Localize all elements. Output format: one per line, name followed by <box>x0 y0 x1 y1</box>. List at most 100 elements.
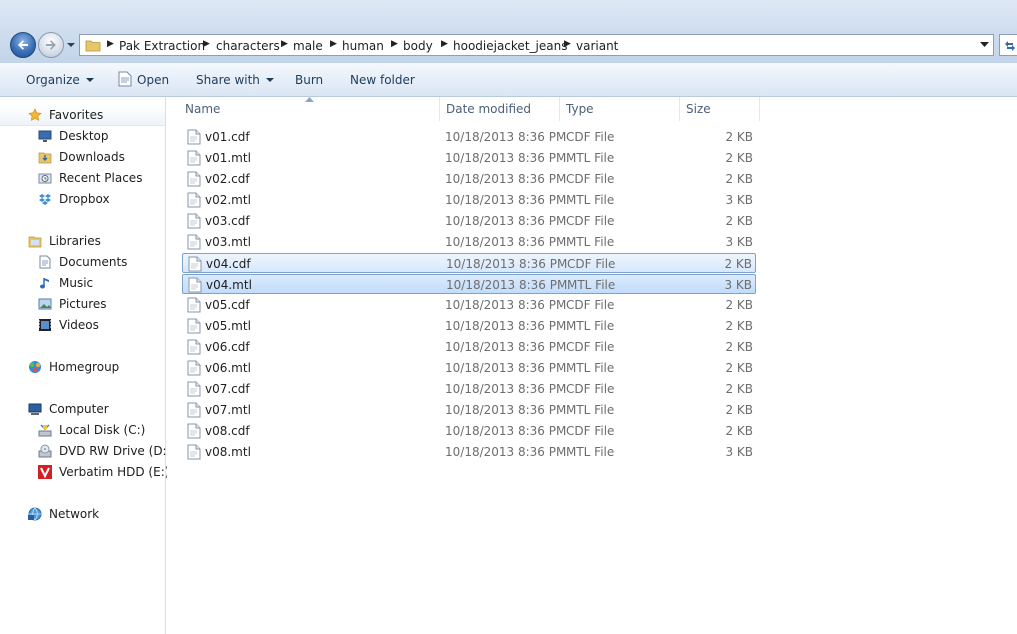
file-row[interactable]: v01.mtl 10/18/2013 8:36 PM MTL File 2 KB <box>182 148 756 168</box>
file-size: 3 KB <box>725 235 753 249</box>
breadcrumb-separator[interactable]: ▶ <box>330 39 337 49</box>
file-row[interactable]: v05.cdf 10/18/2013 8:36 PM CDF File 2 KB <box>182 295 756 315</box>
recent-pages-chevron-icon[interactable] <box>66 41 76 49</box>
column-name-label: Name <box>185 102 221 116</box>
new-folder-button[interactable]: New folder <box>350 73 415 87</box>
breadcrumb-separator[interactable]: ▶ <box>391 39 398 49</box>
breadcrumb-variant[interactable]: variant <box>576 39 618 53</box>
nav-verbatim-hdd[interactable]: Verbatim HDD (E:) <box>0 462 169 482</box>
breadcrumb-male[interactable]: male <box>293 39 323 53</box>
document-file-icon <box>187 402 201 421</box>
file-type: CDF File <box>566 340 615 354</box>
file-size: 2 KB <box>725 172 753 186</box>
nav-homegroup-label: Homegroup <box>49 360 120 374</box>
file-row[interactable]: v03.mtl 10/18/2013 8:36 PM MTL File 3 KB <box>182 232 756 252</box>
file-row[interactable]: v01.cdf 10/18/2013 8:36 PM CDF File 2 KB <box>182 127 756 147</box>
file-row[interactable]: v06.mtl 10/18/2013 8:36 PM MTL File 2 KB <box>182 358 756 378</box>
file-row[interactable]: v04.cdf 10/18/2013 8:36 PM CDF File 2 KB <box>182 253 756 273</box>
refresh-button[interactable] <box>999 34 1017 56</box>
homegroup-icon <box>29 361 41 373</box>
nav-pictures[interactable]: Pictures <box>0 294 165 314</box>
breadcrumb-pak-extraction[interactable]: Pak Extraction <box>119 39 205 53</box>
nav-pictures-label: Pictures <box>59 297 107 311</box>
file-row[interactable]: v06.cdf 10/18/2013 8:36 PM CDF File 2 KB <box>182 337 756 357</box>
nav-local-disk[interactable]: Local Disk (C:) <box>0 420 165 440</box>
column-header-type[interactable]: Type <box>560 97 680 121</box>
address-history-dropdown-icon[interactable] <box>980 42 989 48</box>
navigation-pane: Favorites Desktop Downloads Recent Place… <box>0 97 183 634</box>
share-with-label: Share with <box>196 73 260 87</box>
document-file-icon <box>187 297 201 316</box>
nav-network[interactable]: Network <box>0 504 165 524</box>
file-name: v01.cdf <box>205 130 250 144</box>
file-type: MTL File <box>566 445 615 459</box>
file-type: MTL File <box>566 151 615 165</box>
file-type: MTL File <box>566 361 615 375</box>
file-row[interactable]: v07.cdf 10/18/2013 8:36 PM CDF File 2 KB <box>182 379 756 399</box>
burn-button[interactable]: Burn <box>295 73 323 87</box>
nav-videos[interactable]: Videos <box>0 315 165 335</box>
address-bar[interactable]: ▶ Pak Extraction ▶ characters ▶ male ▶ h… <box>79 34 994 56</box>
document-file-icon <box>188 277 202 296</box>
nav-desktop-label: Desktop <box>59 129 109 143</box>
nav-music[interactable]: Music <box>0 273 165 293</box>
nav-dropbox[interactable]: Dropbox <box>0 189 165 209</box>
nav-desktop[interactable]: Desktop <box>0 126 165 146</box>
file-row[interactable]: v08.cdf 10/18/2013 8:36 PM CDF File 2 KB <box>182 421 756 441</box>
organize-menu[interactable]: Organize <box>26 73 94 87</box>
nav-documents[interactable]: Documents <box>0 252 165 272</box>
forward-button[interactable] <box>38 32 64 58</box>
breadcrumb-separator[interactable]: ▶ <box>107 39 114 49</box>
file-date-modified: 10/18/2013 8:36 PM <box>445 214 567 228</box>
file-type: CDF File <box>566 424 615 438</box>
nav-dvd-drive[interactable]: DVD RW Drive (D:) B <box>0 441 183 461</box>
nav-homegroup[interactable]: Homegroup <box>0 357 165 377</box>
back-button[interactable] <box>10 32 36 58</box>
file-list-pane: Name Date modified Type Size v01.cdf 10/1… <box>167 97 1017 634</box>
open-button[interactable]: Open <box>137 73 169 87</box>
file-date-modified: 10/18/2013 8:36 PM <box>445 235 567 249</box>
nav-favorites[interactable]: Favorites <box>0 105 165 126</box>
nav-recent-places[interactable]: Recent Places <box>0 168 165 188</box>
file-name: v05.mtl <box>205 319 251 333</box>
nav-videos-label: Videos <box>59 318 99 332</box>
file-row[interactable]: v05.mtl 10/18/2013 8:36 PM MTL File 2 KB <box>182 316 756 336</box>
column-header-date-modified[interactable]: Date modified <box>440 97 560 121</box>
share-with-menu[interactable]: Share with <box>196 73 274 87</box>
file-row[interactable]: v04.mtl 10/18/2013 8:36 PM MTL File 3 KB <box>182 274 756 294</box>
file-row[interactable]: v02.mtl 10/18/2013 8:36 PM MTL File 3 KB <box>182 190 756 210</box>
breadcrumb-characters[interactable]: characters <box>216 39 280 53</box>
file-row[interactable]: v07.mtl 10/18/2013 8:36 PM MTL File 2 KB <box>182 400 756 420</box>
file-row[interactable]: v02.cdf 10/18/2013 8:36 PM CDF File 2 KB <box>182 169 756 189</box>
file-row[interactable]: v03.cdf 10/18/2013 8:36 PM CDF File 2 KB <box>182 211 756 231</box>
open-file-icon <box>118 71 132 87</box>
breadcrumb-hoodiejacket-jeans[interactable]: hoodiejacket_jeans <box>453 39 567 53</box>
column-header-row: Name Date modified Type Size <box>167 97 1017 121</box>
file-date-modified: 10/18/2013 8:36 PM <box>445 130 567 144</box>
nav-libraries[interactable]: Libraries <box>0 231 165 251</box>
nav-computer[interactable]: Computer <box>0 399 165 419</box>
breadcrumb-separator[interactable]: ▶ <box>281 39 288 49</box>
document-file-icon <box>187 192 201 211</box>
file-type: MTL File <box>566 319 615 333</box>
hard-drive-icon <box>38 424 52 437</box>
document-file-icon <box>187 339 201 358</box>
nav-computer-label: Computer <box>49 402 109 416</box>
nav-dvd-drive-label: DVD RW Drive (D:) B <box>59 444 184 458</box>
breadcrumb-separator[interactable]: ▶ <box>441 39 448 49</box>
desktop-icon <box>38 130 52 142</box>
breadcrumb-body[interactable]: body <box>403 39 433 53</box>
breadcrumb-separator[interactable]: ▶ <box>203 39 210 49</box>
new-folder-label: New folder <box>350 73 415 87</box>
file-row[interactable]: v08.mtl 10/18/2013 8:36 PM MTL File 3 KB <box>182 442 756 462</box>
nav-downloads[interactable]: Downloads <box>0 147 165 167</box>
document-file-icon <box>187 171 201 190</box>
column-header-size[interactable]: Size <box>680 97 760 121</box>
breadcrumb-human[interactable]: human <box>342 39 384 53</box>
file-size: 3 KB <box>725 445 753 459</box>
breadcrumb-separator[interactable]: ▶ <box>564 39 571 49</box>
file-size: 2 KB <box>725 319 753 333</box>
document-file-icon <box>187 360 201 379</box>
column-header-name[interactable]: Name <box>179 97 440 121</box>
open-label: Open <box>137 73 170 87</box>
